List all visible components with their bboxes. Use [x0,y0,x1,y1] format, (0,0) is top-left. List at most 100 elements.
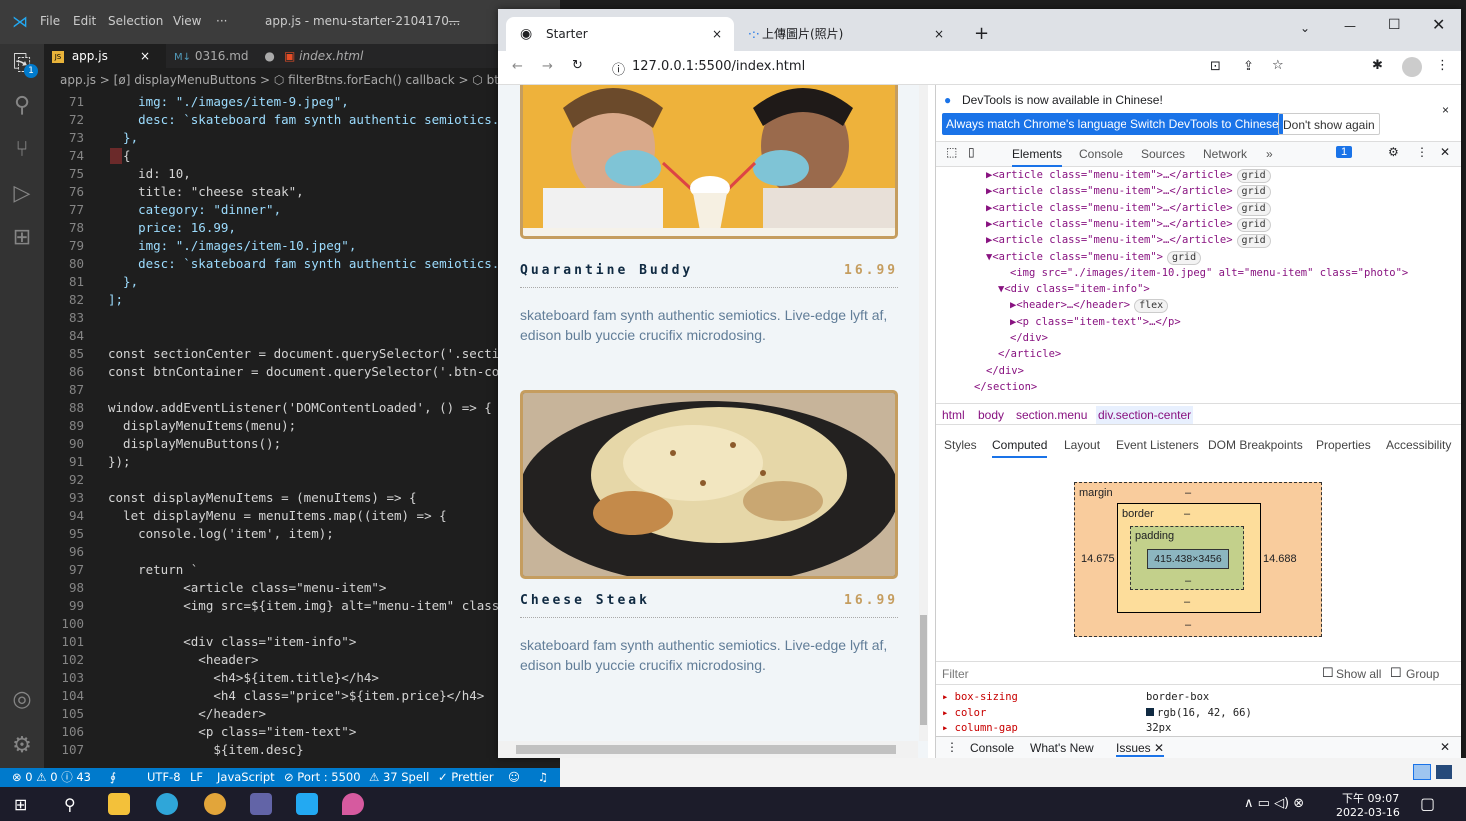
show-all-checkbox[interactable]: ☐ [1322,665,1334,681]
layout-badge[interactable]: grid [1236,185,1271,200]
search-icon[interactable]: ⚲ [64,795,76,814]
close-window-icon[interactable]: ✕ [1432,15,1445,34]
color-swatch[interactable] [1146,708,1154,716]
code-line[interactable]: window.addEventListener('DOMContentLoade… [108,400,492,415]
code-line[interactable]: </header> [108,706,266,721]
menu-view[interactable]: View [173,14,201,28]
feedback-icon[interactable]: ☺ [508,768,520,787]
account-icon[interactable]: ◎ [8,686,36,714]
layout-badge[interactable]: grid [1236,217,1271,232]
tab-sources[interactable]: Sources [1141,147,1185,161]
live-share-icon[interactable]: ∮ [110,768,116,787]
extensions-icon[interactable]: ⊞ [8,224,36,252]
dom-node[interactable]: </div> [986,365,1024,377]
vscode-icon[interactable] [296,793,318,815]
subtab-dom-breakpoints[interactable]: DOM Breakpoints [1208,438,1303,452]
reload-icon[interactable]: ↻ [572,58,583,73]
extensions-puzzle-icon[interactable]: ✱ [1372,58,1383,73]
edge-icon[interactable] [156,793,178,815]
dom-node[interactable]: <img src="./images/item-10.jpeg" alt="me… [1010,267,1408,279]
dom-tree[interactable]: ▶<article class="menu-item">…</article> g… [936,169,1452,401]
tab-0316-md[interactable]: M↓ 0316.md ● [166,44,276,68]
group-checkbox[interactable]: ☐ [1390,665,1402,681]
code-line[interactable]: <h4>${item.title}</h4> [108,670,379,685]
bookmark-star-icon[interactable]: ☆ [1272,58,1284,73]
prop-name[interactable]: ▸ column-gap [942,722,1018,734]
dom-node[interactable]: </div> [1010,332,1048,344]
forward-icon[interactable]: → [542,59,553,74]
dom-node[interactable]: ▼<article class="menu-item"> grid [986,250,1202,265]
code-line[interactable]: img: "./images/item-9.jpeg", [108,94,349,109]
maps-pin-icon[interactable] [342,793,364,815]
menu-selection[interactable]: Selection [108,14,163,28]
subtab-properties[interactable]: Properties [1316,438,1371,452]
devtools-menu-icon[interactable]: ⋮ [1416,145,1428,159]
code-line[interactable]: <header> [108,652,258,667]
code-line[interactable]: <div class="item-info"> [108,634,356,649]
box-model-margin[interactable]: margin – 14.675 14.688 – border – – padd… [1074,482,1322,637]
settings-gear-icon[interactable]: ⚙ [8,732,36,760]
code-line[interactable]: displayMenuButtons(); [108,436,281,451]
unsaved-dot-icon[interactable]: ● [264,49,274,63]
eol-status[interactable]: LF [190,768,203,787]
menu-edit[interactable]: Edit [73,14,96,28]
chrome-icon[interactable] [204,793,226,815]
close-drawer-icon[interactable]: ✕ [1440,740,1450,754]
prop-name[interactable]: ▸ color [942,707,986,719]
code-line[interactable]: ${item.desc} [108,742,303,757]
dom-node[interactable]: </article> [998,348,1061,360]
port-status[interactable]: ⊘ Port : 5500 [284,768,361,787]
breadcrumb[interactable]: app.js > [ø] displayMenuButtons > ⬡ filt… [44,70,560,90]
code-line[interactable]: img: "./images/item-10.jpeg", [108,238,356,253]
crumb-section[interactable]: section.menu [1016,408,1087,422]
layout-badge[interactable]: flex [1134,299,1169,314]
tab-index-html[interactable]: ▣ index.html [276,44,396,68]
translate-icon[interactable]: ⊡ [1210,59,1221,74]
device-toolbar-icon[interactable]: ▯ [968,145,975,159]
code-line[interactable]: let displayMenu = menuItems.map((item) =… [108,508,447,523]
page-vertical-scrollbar[interactable] [919,85,928,741]
dock-layout-alt-icon[interactable] [1436,765,1452,779]
subtab-layout[interactable]: Layout [1064,438,1100,452]
tab-app-js[interactable]: JS app.js × [44,44,166,68]
maximize-icon[interactable]: ☐ [1388,17,1401,33]
switch-to-chinese-button[interactable]: Switch DevTools to Chinese [1126,113,1283,135]
tab-network[interactable]: Network [1203,147,1247,161]
clock-time[interactable]: 下午 09:07 [1342,790,1399,806]
dont-show-again-button[interactable]: Don't show again [1278,113,1380,135]
dom-node[interactable]: ▶<article class="menu-item">…</article> g… [986,217,1271,232]
subtab-event-listeners[interactable]: Event Listeners [1116,438,1199,452]
menu-file[interactable]: File [40,14,60,28]
drawer-tab-whats-new[interactable]: What's New [1030,741,1094,755]
problems-status[interactable]: ⊗ 0 ⚠ 0 ⓘ 43 [12,768,91,787]
filter-input[interactable]: Filter [942,667,969,681]
code-line[interactable]: const sectionCenter = document.querySele… [108,346,507,361]
box-model-border[interactable]: border – – padding – 415.438×3456 [1117,503,1261,613]
minimize-icon[interactable]: — [1344,19,1356,33]
back-icon[interactable]: ← [512,59,523,74]
dom-node[interactable]: ▶<article class="menu-item">…</article> g… [986,234,1271,249]
prettier-status[interactable]: ✓ Prettier [438,768,494,787]
encoding-status[interactable]: UTF-8 [147,768,181,787]
crumb-html[interactable]: html [942,408,965,422]
code-line[interactable]: id: 10, [108,166,191,181]
drawer-tab-console[interactable]: Console [970,741,1014,755]
box-model-content[interactable]: 415.438×3456 [1147,549,1229,569]
dom-node[interactable]: ▶<p class="item-text">…</p> [1010,316,1181,328]
clock-date[interactable]: 2022-03-16 [1336,806,1400,819]
close-devtools-icon[interactable]: ✕ [1440,145,1450,159]
info-icon[interactable]: ⓘ [612,59,625,78]
new-tab-button[interactable]: + [974,23,989,44]
tab-elements[interactable]: Elements [1012,147,1063,167]
code-line[interactable]: const btnContainer = document.querySelec… [108,364,507,379]
menu-more[interactable]: ··· [216,14,227,28]
dom-node[interactable]: ▶<article class="menu-item">…</article> g… [986,185,1271,200]
dom-node[interactable]: ▶<header>…</header> flex [1010,299,1169,314]
settings-gear-icon[interactable]: ⚙ [1388,145,1399,159]
code-line[interactable]: title: "cheese steak", [108,184,304,199]
profile-avatar[interactable] [1402,57,1422,77]
more-tabs-icon[interactable]: » [1266,147,1273,161]
prop-name[interactable]: ▸ box-sizing [942,691,1018,703]
code-line[interactable]: <img src=${item.img} alt="menu-item" cla… [108,598,507,613]
spell-status[interactable]: ⚠ 37 Spell [369,768,429,787]
